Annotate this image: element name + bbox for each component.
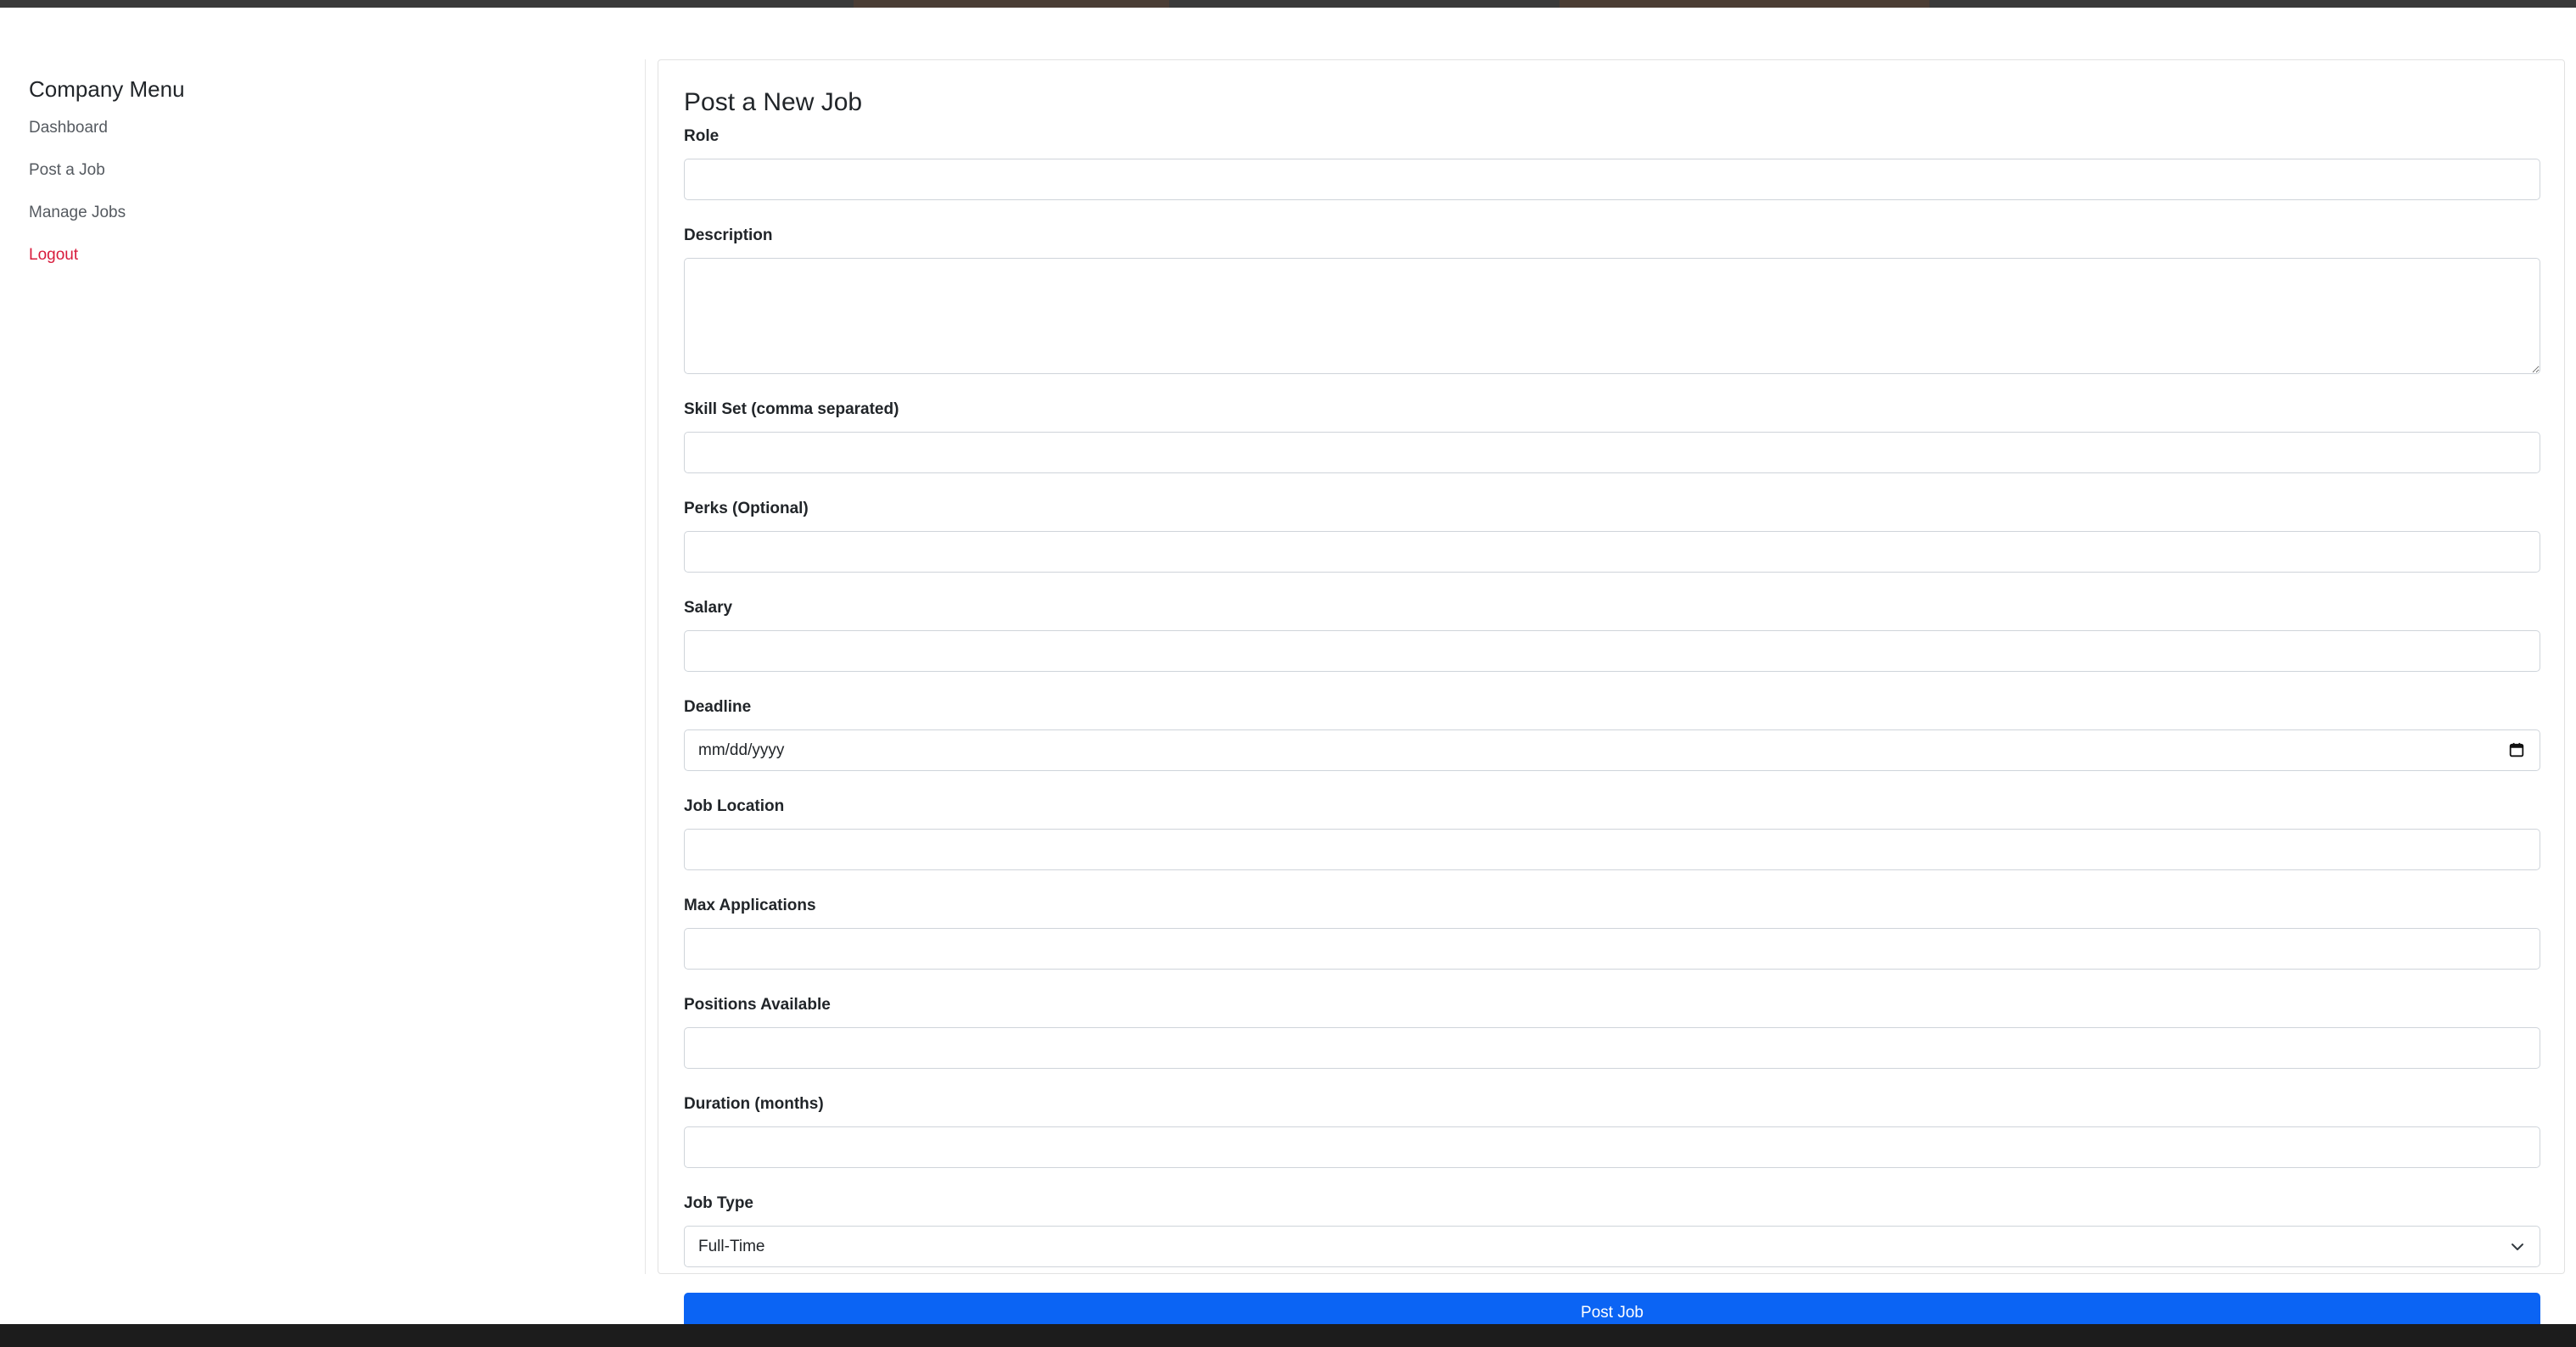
deadline-placeholder: mm/dd/yyyy bbox=[698, 741, 785, 759]
sidebar-item-logout[interactable]: Logout bbox=[29, 243, 623, 285]
sidebar-item-dashboard[interactable]: Dashboard bbox=[29, 115, 623, 158]
max-applications-label: Max Applications bbox=[684, 897, 816, 914]
post-job-form: Role Description Skill Set (comma separa… bbox=[684, 126, 2540, 1333]
perks-input[interactable] bbox=[684, 531, 2540, 573]
skills-label: Skill Set (comma separated) bbox=[684, 400, 899, 418]
top-banner-strip bbox=[0, 0, 2576, 8]
skills-input[interactable] bbox=[684, 432, 2540, 473]
job-type-field-group: Job Type Full-Time bbox=[684, 1193, 2540, 1267]
duration-label: Duration (months) bbox=[684, 1095, 824, 1113]
page-title: Post a New Job bbox=[684, 88, 863, 116]
positions-label: Positions Available bbox=[684, 996, 831, 1014]
role-field-group: Role bbox=[684, 126, 2540, 200]
duration-field-group: Duration (months) bbox=[684, 1094, 2540, 1168]
role-label: Role bbox=[684, 127, 720, 145]
sidebar-title: Company Menu bbox=[29, 76, 185, 102]
sidebar-nav: Dashboard Post a Job Manage Jobs Logout bbox=[29, 115, 623, 285]
role-input[interactable] bbox=[684, 159, 2540, 200]
description-field-group: Description bbox=[684, 226, 2540, 374]
job-type-select[interactable]: Full-Time bbox=[684, 1226, 2540, 1267]
max-applications-field-group: Max Applications bbox=[684, 896, 2540, 970]
calendar-icon[interactable] bbox=[2509, 742, 2524, 757]
max-applications-input[interactable] bbox=[684, 928, 2540, 970]
banner-image-edge bbox=[1560, 0, 1929, 8]
salary-label: Salary bbox=[684, 599, 733, 617]
deadline-date-input[interactable]: mm/dd/yyyy bbox=[684, 729, 2540, 771]
perks-label: Perks (Optional) bbox=[684, 500, 809, 517]
location-field-group: Job Location bbox=[684, 796, 2540, 870]
post-job-card: Post a New Job Role Description Skill Se… bbox=[658, 59, 2565, 1333]
company-sidebar: Company Menu Dashboard Post a Job Manage… bbox=[29, 75, 623, 285]
job-type-selected-value: Full-Time bbox=[698, 1238, 765, 1255]
duration-input[interactable] bbox=[684, 1126, 2540, 1168]
deadline-label: Deadline bbox=[684, 698, 752, 716]
banner-image-edge bbox=[854, 0, 1169, 8]
job-type-label: Job Type bbox=[684, 1194, 753, 1212]
perks-field-group: Perks (Optional) bbox=[684, 499, 2540, 573]
location-input[interactable] bbox=[684, 829, 2540, 870]
footer-bar bbox=[0, 1324, 2576, 1347]
location-label: Job Location bbox=[684, 797, 785, 815]
positions-input[interactable] bbox=[684, 1027, 2540, 1069]
salary-input[interactable] bbox=[684, 630, 2540, 672]
chevron-down-icon bbox=[2512, 1244, 2523, 1250]
salary-field-group: Salary bbox=[684, 598, 2540, 672]
deadline-field-group: Deadline mm/dd/yyyy bbox=[684, 697, 2540, 771]
description-label: Description bbox=[684, 226, 773, 244]
positions-field-group: Positions Available bbox=[684, 995, 2540, 1069]
sidebar-item-manage-jobs[interactable]: Manage Jobs bbox=[29, 200, 623, 243]
column-divider bbox=[645, 59, 646, 1274]
description-textarea[interactable] bbox=[684, 258, 2540, 374]
sidebar-item-post-a-job[interactable]: Post a Job bbox=[29, 158, 623, 200]
skills-field-group: Skill Set (comma separated) bbox=[684, 400, 2540, 473]
